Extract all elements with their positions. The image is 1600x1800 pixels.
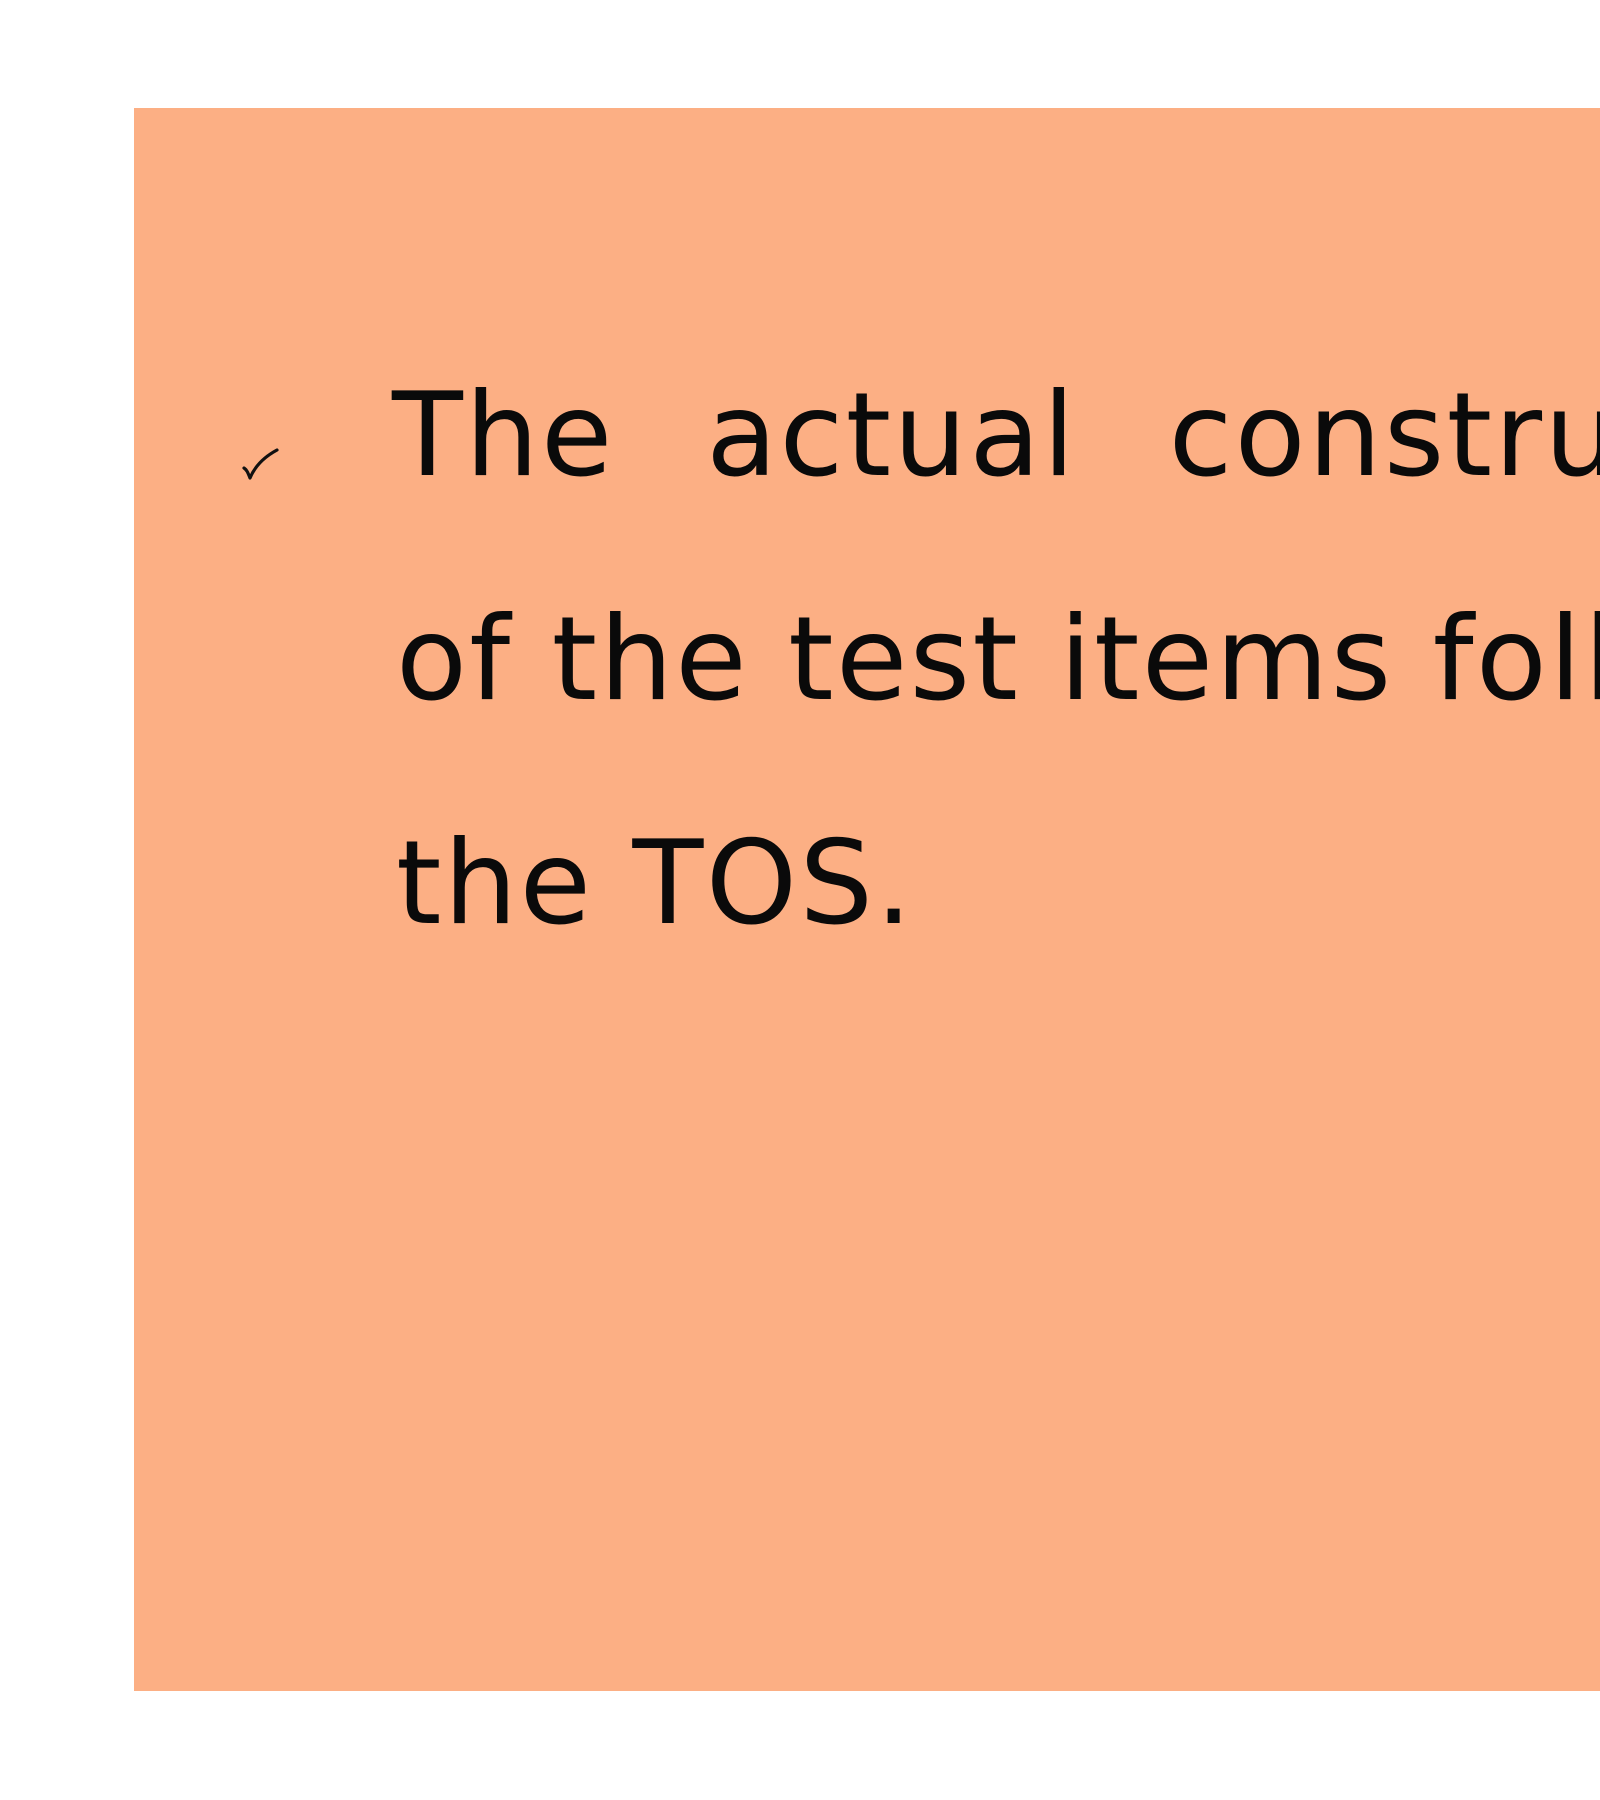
slide-panel: The actual construction of the test item… xyxy=(134,108,1600,1691)
bullet-text-line-2: of the test items follows xyxy=(396,592,1600,727)
bullet-text-line-3: the TOS. xyxy=(396,816,915,951)
checkmark-icon xyxy=(242,448,279,480)
bullet-text-line-1: The actual construction xyxy=(392,368,1600,503)
